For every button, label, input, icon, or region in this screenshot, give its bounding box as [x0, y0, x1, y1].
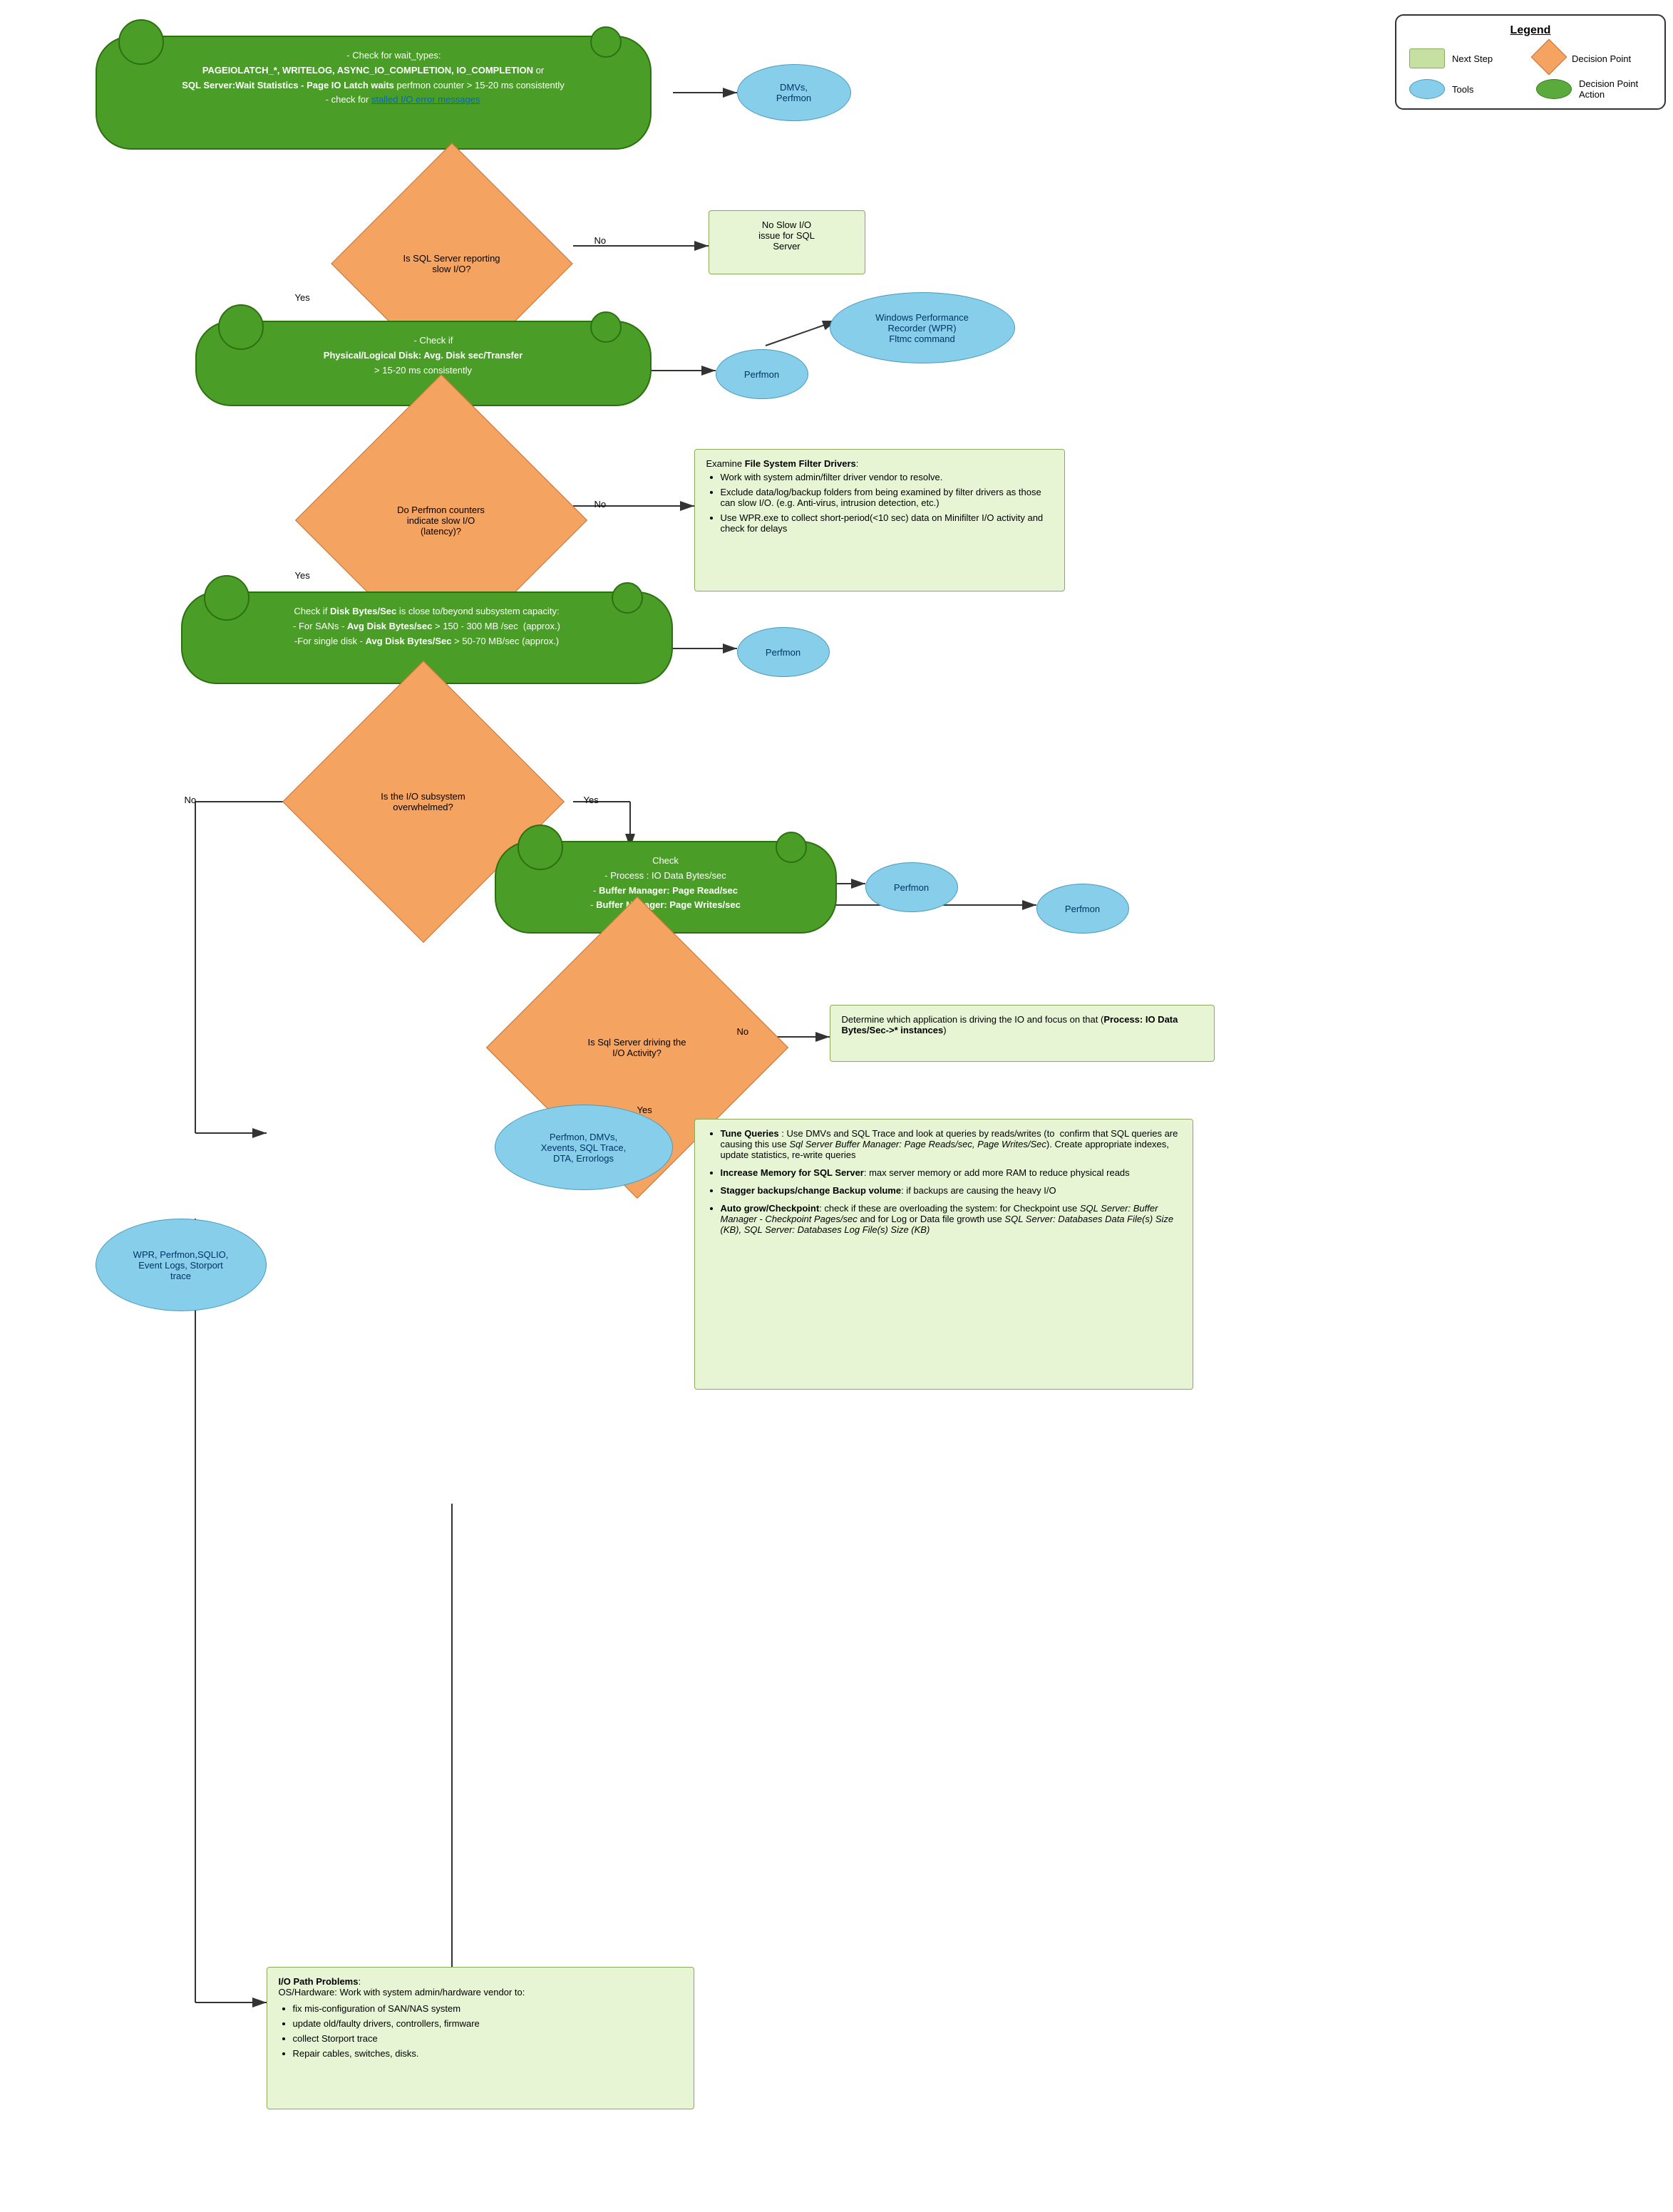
stalled-io-link[interactable]: stalled I/O error messages — [371, 94, 480, 105]
no-label-3: No — [185, 795, 197, 805]
perfmon2-ellipse: Perfmon — [737, 627, 830, 677]
no-label-2: No — [594, 499, 607, 510]
determine-app-text: Determine which application is driving t… — [842, 1014, 1178, 1035]
recommendations-list: Tune Queries : Use DMVs and SQL Trace an… — [706, 1128, 1181, 1235]
perfmon-dmvs-ellipse: Perfmon, DMVs,Xevents, SQL Trace,DTA, Er… — [495, 1105, 673, 1190]
determine-app-rect: Determine which application is driving t… — [830, 1005, 1215, 1062]
perfmon-dmvs-text: Perfmon, DMVs,Xevents, SQL Trace,DTA, Er… — [541, 1132, 626, 1164]
io-path-list: fix mis-configuration of SAN/NAS system … — [279, 2003, 682, 2059]
dmvs-perfmon-ellipse: DMVs,Perfmon — [737, 64, 851, 121]
decision1-diamond: Is SQL Server reportingslow I/O? — [324, 200, 580, 328]
no-label-4: No — [737, 1026, 749, 1037]
file-system-filter-list: Work with system admin/filter driver ven… — [706, 472, 1053, 534]
file-system-filter-rect: Examine File System Filter Drivers: Work… — [694, 449, 1065, 591]
decision2-diamond: Do Perfmon countersindicate slow I/O(lat… — [281, 449, 602, 591]
decision2-text: Do Perfmon countersindicate slow I/O(lat… — [397, 505, 485, 537]
wpr-storport-ellipse: WPR, Perfmon,SQLIO,Event Logs, Storportt… — [96, 1219, 267, 1311]
wpr-fltmc-ellipse: Windows PerformanceRecorder (WPR)Fltmc c… — [830, 292, 1015, 363]
perfmon1-text: Perfmon — [744, 369, 779, 380]
yes-label-1: Yes — [295, 292, 310, 303]
yes-label-3: Yes — [584, 795, 599, 805]
recommendations-rect: Tune Queries : Use DMVs and SQL Trace an… — [694, 1119, 1193, 1390]
check-physical-text: - Check if Physical/Logical Disk: Avg. D… — [324, 335, 523, 376]
decision3-text: Is the I/O subsystemoverwhelmed? — [381, 791, 465, 812]
decision4-diamond: Is Sql Server driving theI/O Activity? — [473, 976, 801, 1119]
perfmon4-ellipse: Perfmon — [1036, 884, 1129, 934]
io-path-rect: I/O Path Problems:OS/Hardware: Work with… — [267, 1967, 694, 2109]
perfmon1-ellipse: Perfmon — [716, 349, 808, 399]
file-system-filter-title: Examine File System Filter Drivers: — [706, 458, 1053, 469]
no-slow-io-rect: No Slow I/Oissue for SQLServer — [709, 210, 865, 274]
wpr-fltmc-text: Windows PerformanceRecorder (WPR)Fltmc c… — [875, 312, 969, 344]
perfmon3-text: Perfmon — [894, 882, 929, 893]
diagram: - Check for wait_types: PAGEIOLATCH_*, W… — [53, 7, 1621, 2181]
start-cloud: - Check for wait_types: PAGEIOLATCH_*, W… — [96, 36, 652, 150]
check-process-text: Check - Process : IO Data Bytes/sec - Bu… — [590, 855, 741, 910]
decision4-text: Is Sql Server driving theI/O Activity? — [587, 1037, 686, 1058]
no-label-1: No — [594, 235, 607, 246]
perfmon4-text: Perfmon — [1065, 904, 1100, 914]
perfmon3-ellipse: Perfmon — [865, 862, 958, 912]
yes-label-2: Yes — [295, 570, 310, 581]
wpr-storport-text: WPR, Perfmon,SQLIO,Event Logs, Storportt… — [133, 1249, 229, 1281]
decision1-text: Is SQL Server reportingslow I/O? — [403, 253, 500, 274]
dmvs-perfmon-text: DMVs,Perfmon — [776, 82, 811, 103]
start-cloud-text: - Check for wait_types: PAGEIOLATCH_*, W… — [182, 50, 564, 105]
perfmon2-text: Perfmon — [766, 647, 801, 658]
no-slow-io-text: No Slow I/Oissue for SQLServer — [758, 219, 815, 252]
check-disk-bytes-text: Check if Disk Bytes/Sec is close to/beyo… — [293, 606, 560, 646]
check-process-cloud: Check - Process : IO Data Bytes/sec - Bu… — [495, 841, 837, 934]
io-path-title: I/O Path Problems:OS/Hardware: Work with… — [279, 1976, 682, 1997]
